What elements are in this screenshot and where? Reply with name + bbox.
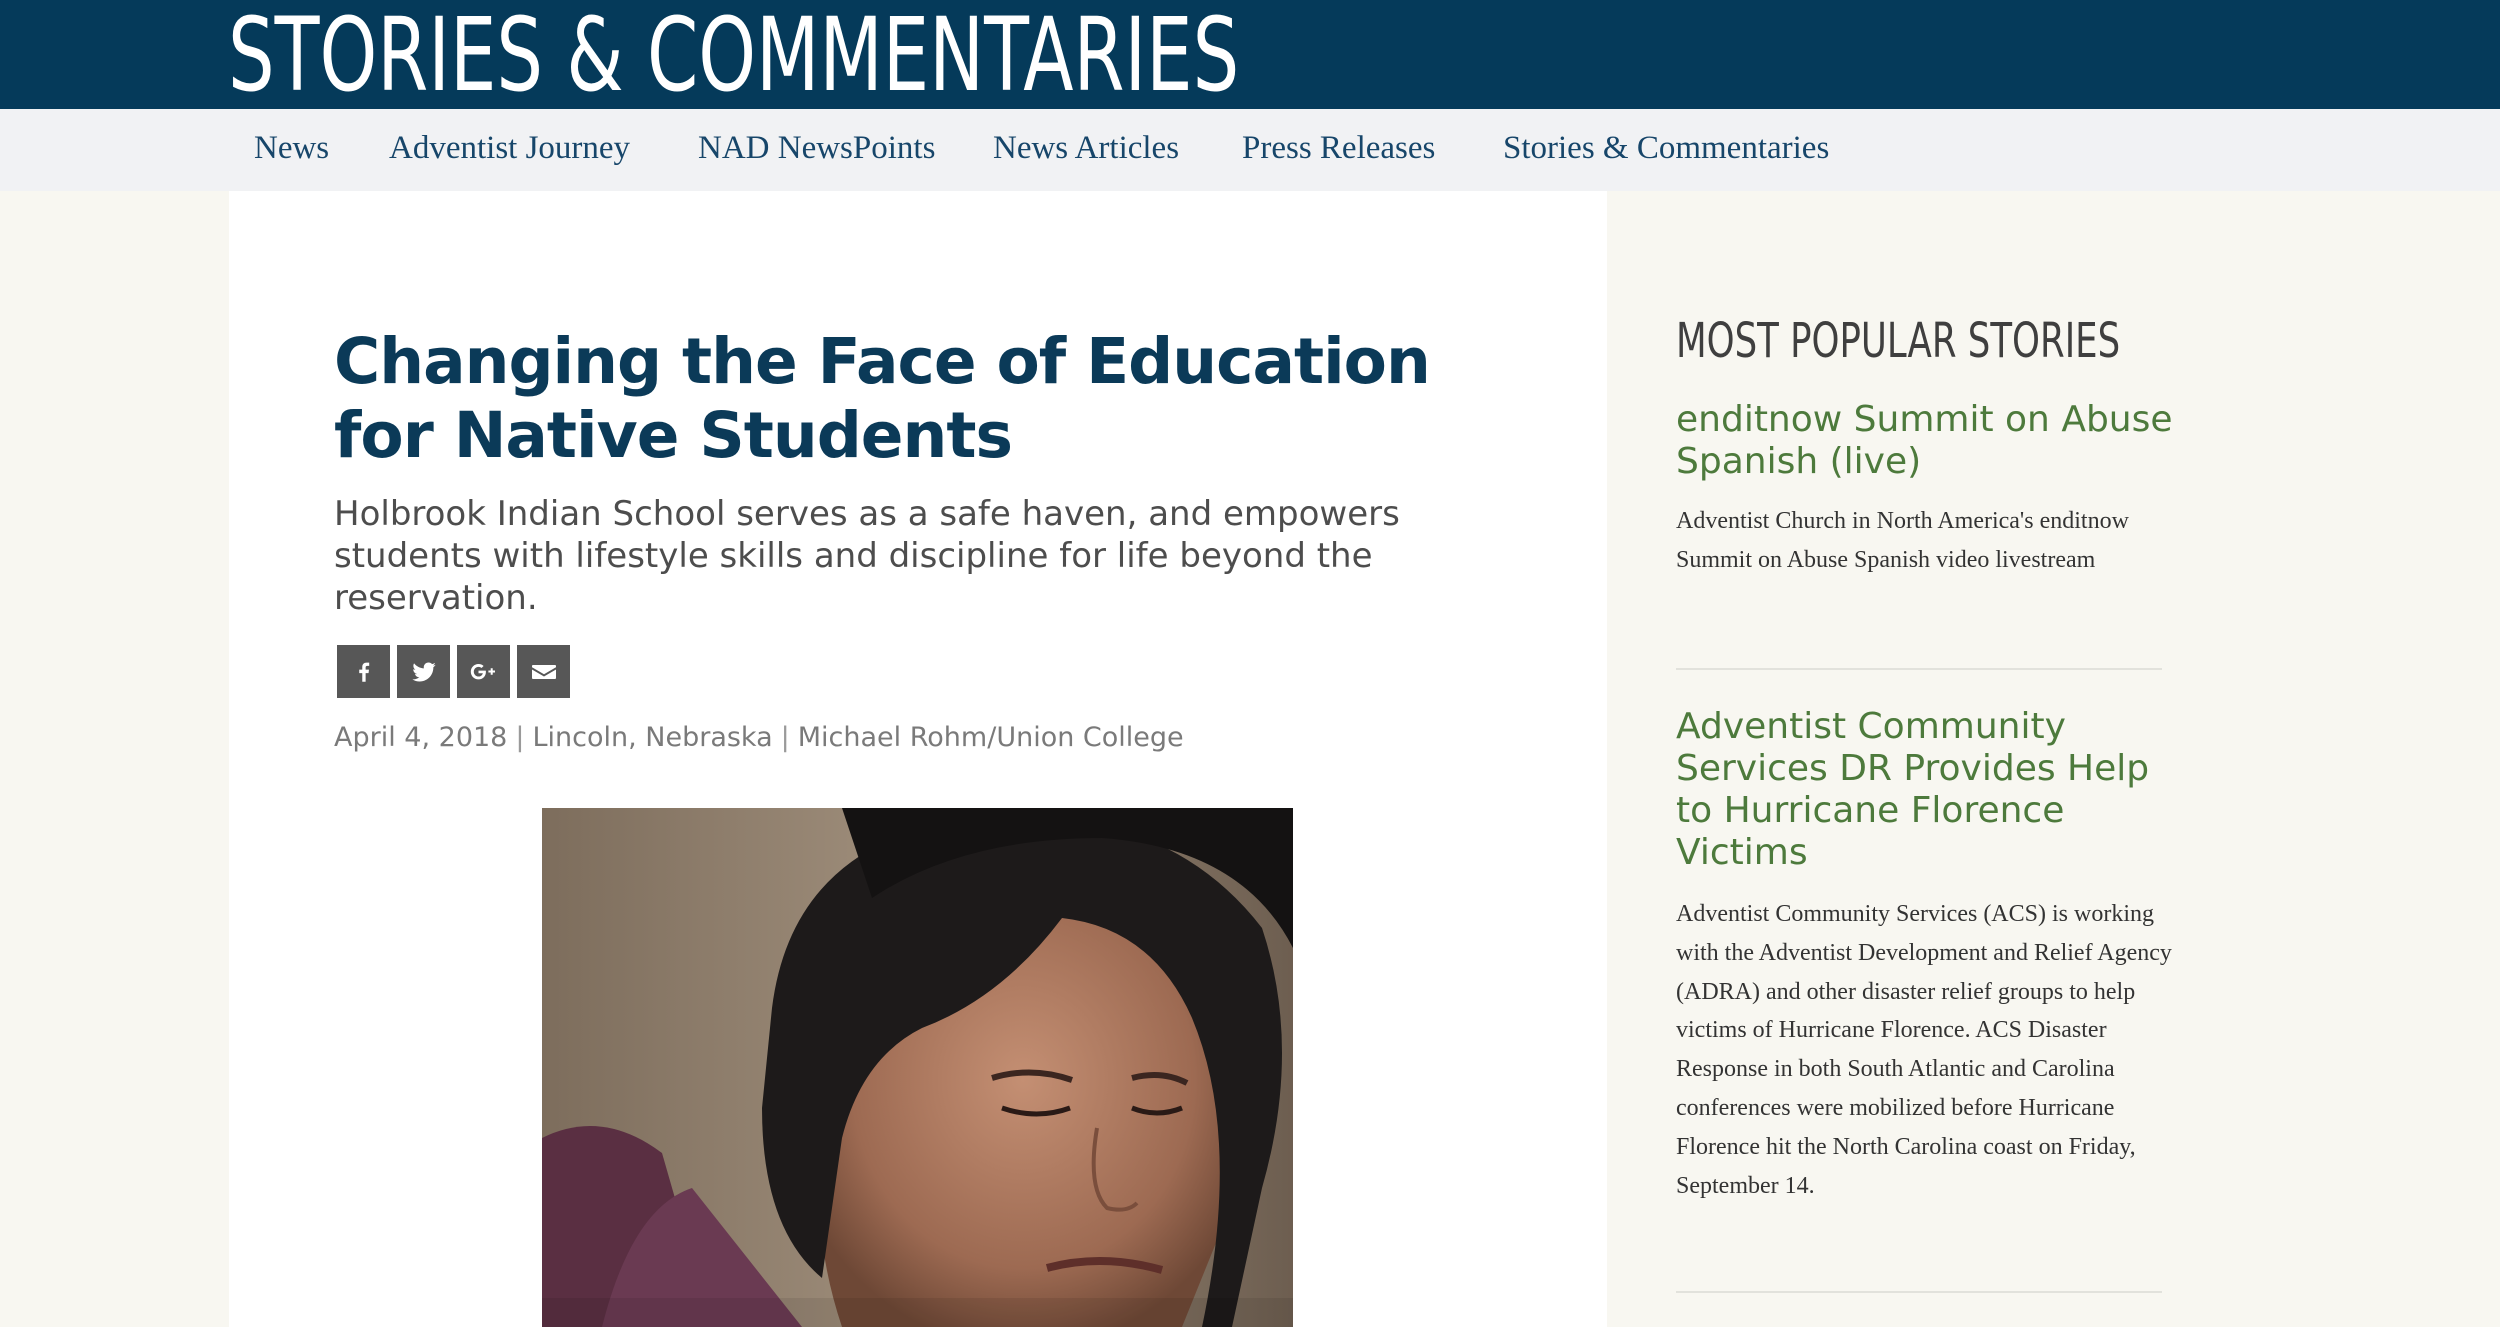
facebook-icon [358,662,369,682]
popular-story-summary: Adventist Community Services (ACS) is wo… [1676,901,2172,1199]
email-share-button[interactable] [517,645,570,698]
nav-item-adventist-journey[interactable]: Adventist Journey [389,128,630,168]
twitter-share-button[interactable] [397,645,450,698]
story-divider [1676,1291,2162,1293]
hero-image [542,808,1293,1327]
article-subtitle: Holbrook Indian School serves as a safe … [334,494,1400,618]
twitter-icon [411,662,436,681]
popular-story-title[interactable]: Adventist Community Services DR Provides… [1676,706,2196,874]
article-title: Changing the Face of Education for Nativ… [334,325,1431,472]
nav-item-stories-commentaries[interactable]: Stories & Commentaries [1503,128,1829,168]
google-plus-share-button[interactable] [457,645,510,698]
article-location: Lincoln, Nebraska [532,722,773,753]
meta-separator: | [780,722,790,753]
main-nav: News Adventist Journey NAD NewsPoints Ne… [0,109,2500,191]
article-author: Michael Rohm/Union College [797,722,1184,753]
nav-item-news-articles[interactable]: News Articles [993,128,1179,168]
share-bar [337,645,570,698]
nav-item-nad-newspoints[interactable]: NAD NewsPoints [698,128,935,168]
email-icon [531,664,556,679]
portrait-photo [542,808,1293,1327]
sidebar-heading: MOST POPULAR STORIES [1676,313,2121,369]
section-title: STORIES & COMMENTARIES [228,0,1240,115]
header-banner: STORIES & COMMENTARIES [0,0,2500,115]
story-divider [1676,668,2162,670]
article-meta: April 4, 2018 | Lincoln, Nebraska | Michael … [334,720,1184,756]
popular-story-summary: Adventist Church in North America's endi… [1676,508,2129,573]
facebook-share-button[interactable] [337,645,390,698]
nav-item-press-releases[interactable]: Press Releases [1242,128,1435,168]
google-plus-icon [470,663,495,679]
nav-item-news[interactable]: News [254,128,329,168]
popular-story-title[interactable]: enditnow Summit on Abuse Spanish (live) [1676,399,2196,483]
meta-separator: | [515,722,525,753]
article-date: April 4, 2018 [334,722,508,753]
